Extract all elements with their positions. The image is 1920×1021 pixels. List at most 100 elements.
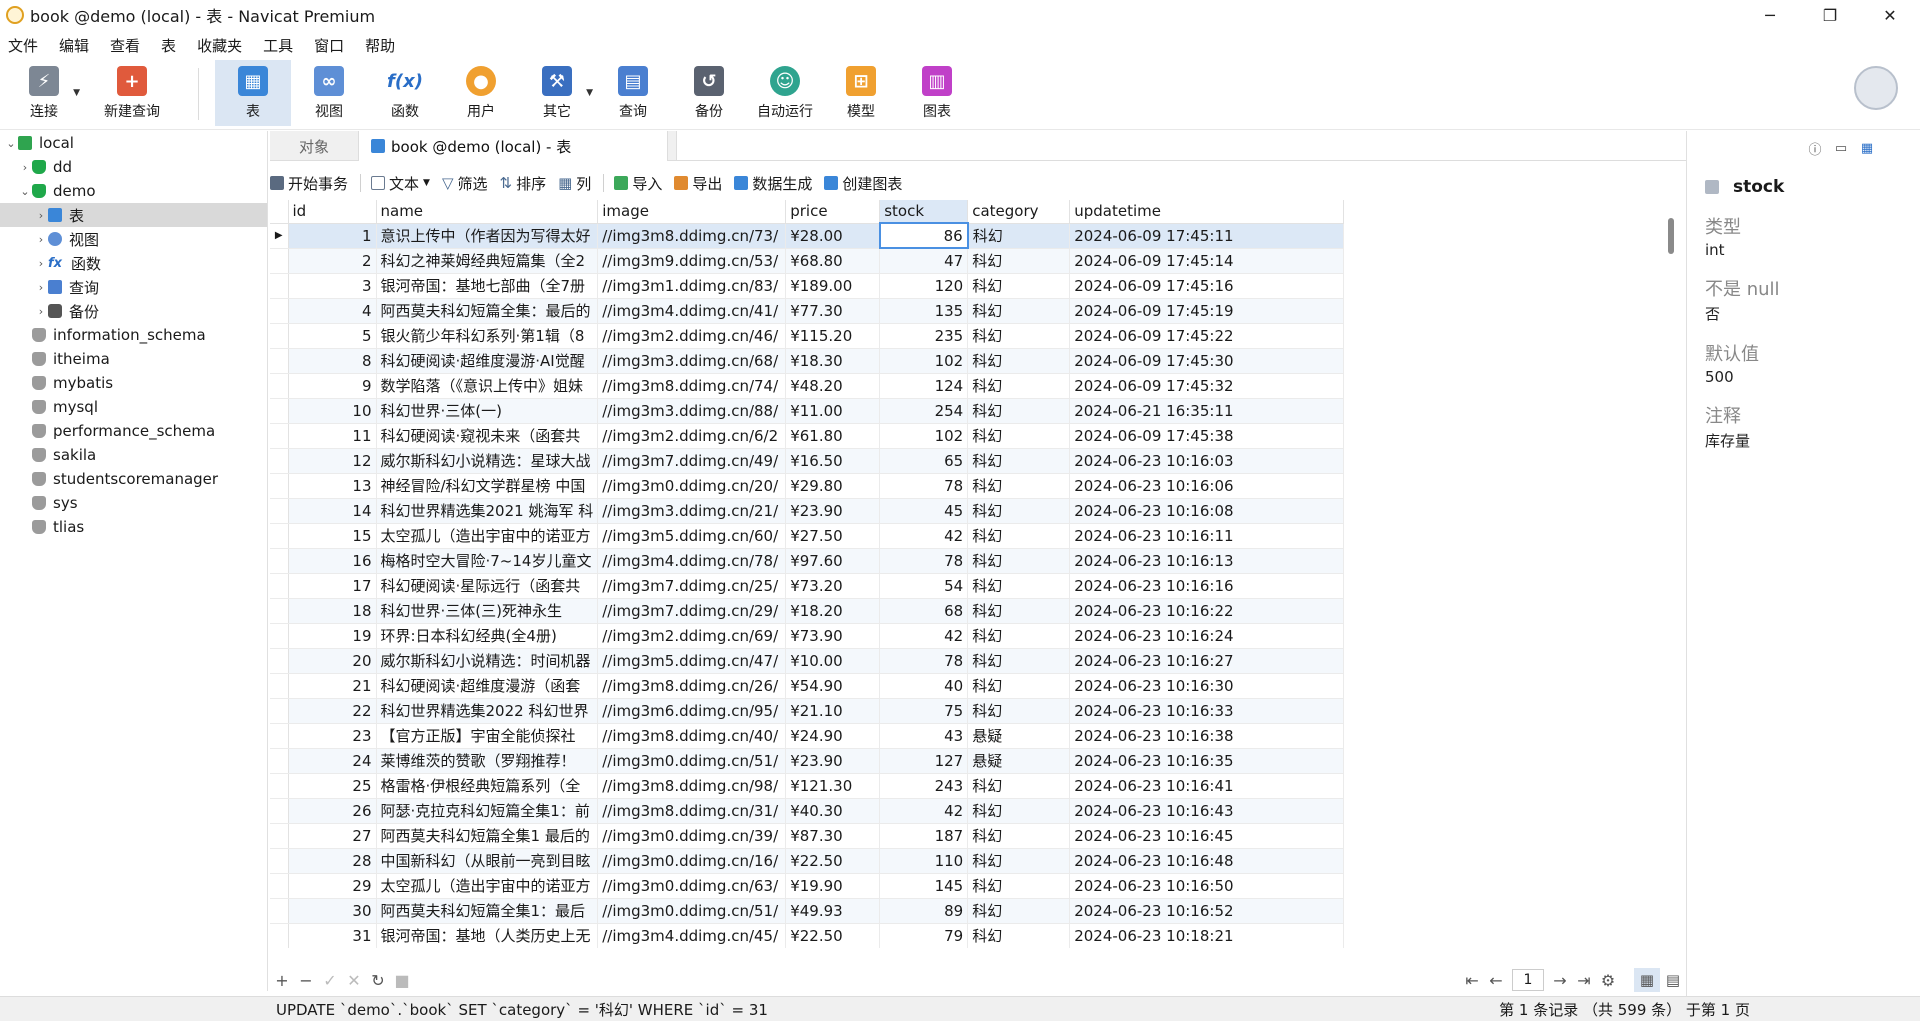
- cell-price[interactable]: ¥87.30: [785, 823, 881, 849]
- chevron-down-icon[interactable]: ▼: [73, 88, 80, 98]
- chevron-right-icon[interactable]: ›: [34, 281, 48, 294]
- close-button[interactable]: ✕: [1860, 0, 1920, 30]
- chevron-down-icon[interactable]: ▼: [586, 88, 593, 98]
- row-header[interactable]: [270, 723, 289, 749]
- row-header[interactable]: [270, 773, 289, 799]
- page-number-input[interactable]: 1: [1512, 969, 1544, 991]
- avatar[interactable]: [1854, 66, 1898, 110]
- tree-item-demo[interactable]: ⌄ demo: [0, 179, 267, 203]
- row-header[interactable]: [270, 573, 289, 599]
- cell-stock[interactable]: 89: [879, 898, 969, 924]
- cell-category[interactable]: 悬疑: [967, 723, 1071, 749]
- column-header[interactable]: category: [967, 200, 1071, 224]
- cell-updatetime[interactable]: 2024-06-09 17:45:22: [1069, 323, 1345, 349]
- table-row[interactable]: 13 神经冒险/科幻文学群星榜 中国//img3m0.ddimg.cn/20/¥2…: [270, 473, 1345, 499]
- table-row[interactable]: 4 阿西莫夫科幻短篇全集：最后的//img3m4.ddimg.cn/41/¥77.…: [270, 298, 1345, 324]
- cell-name[interactable]: 科幻硬阅读·超维度漫游·AI觉醒: [376, 348, 599, 374]
- row-header[interactable]: [270, 798, 289, 824]
- cell-name[interactable]: 中国新科幻（从眼前一亮到目眩: [376, 848, 599, 874]
- cell-image[interactable]: //img3m2.ddimg.cn/46/: [597, 323, 787, 349]
- grid-view-icon[interactable]: ▦: [1634, 968, 1660, 992]
- cell-id[interactable]: 21: [288, 673, 377, 699]
- row-header[interactable]: [270, 673, 289, 699]
- cell-name[interactable]: 梅格时空大冒险·7~14岁儿童文: [376, 548, 599, 574]
- cell-name[interactable]: 太空孤儿（造出宇宙中的诺亚方: [376, 523, 599, 549]
- cell-name[interactable]: 科幻世界精选集2021 姚海军 科: [376, 498, 599, 524]
- cell-price[interactable]: ¥97.60: [785, 548, 881, 574]
- cell-stock[interactable]: 65: [879, 448, 969, 474]
- cell-stock[interactable]: 127: [879, 748, 969, 774]
- table-row[interactable]: 11 科幻硬阅读·窥视未来（函套共//img3m2.ddimg.cn/6/2 ¥61…: [270, 423, 1345, 449]
- cell-price[interactable]: ¥28.00: [785, 223, 881, 249]
- export-button[interactable]: 导出: [674, 173, 722, 194]
- cell-image[interactable]: //img3m0.ddimg.cn/63/: [597, 873, 787, 899]
- function-button[interactable]: f(x) 函数: [367, 60, 443, 126]
- cell-stock[interactable]: 68: [879, 598, 969, 624]
- cell-price[interactable]: ¥115.20: [785, 323, 881, 349]
- cell-price[interactable]: ¥21.10: [785, 698, 881, 724]
- data-generation-button[interactable]: 数据生成: [734, 173, 812, 194]
- user-button[interactable]: ● 用户: [443, 60, 519, 126]
- cell-category[interactable]: 科幻: [967, 498, 1071, 524]
- cell-price[interactable]: ¥61.80: [785, 423, 881, 449]
- chart-button[interactable]: ▥ 图表: [899, 60, 975, 126]
- backup-button[interactable]: ↺ 备份: [671, 60, 747, 126]
- row-header[interactable]: [270, 648, 289, 674]
- cell-image[interactable]: //img3m0.ddimg.cn/39/: [597, 823, 787, 849]
- tree-item-dd[interactable]: › dd: [0, 155, 267, 179]
- row-header[interactable]: [270, 423, 289, 449]
- cell-updatetime[interactable]: 2024-06-09 17:45:19: [1069, 298, 1345, 324]
- add-record-icon[interactable]: +: [270, 971, 294, 990]
- cell-stock[interactable]: 86: [878, 222, 969, 249]
- import-button[interactable]: 导入: [614, 173, 662, 194]
- cell-updatetime[interactable]: 2024-06-23 10:16:13: [1069, 548, 1345, 574]
- table-row[interactable]: 26 阿瑟·克拉克科幻短篇全集1：前//img3m8.ddimg.cn/31/¥4…: [270, 798, 1345, 824]
- cell-stock[interactable]: 42: [879, 798, 969, 824]
- menu-table[interactable]: 表: [153, 35, 189, 56]
- menu-favorites[interactable]: 收藏夹: [189, 35, 255, 56]
- column-header[interactable]: updatetime: [1069, 200, 1345, 224]
- cell-category[interactable]: 科幻: [967, 223, 1071, 249]
- cell-updatetime[interactable]: 2024-06-23 10:16:45: [1069, 823, 1345, 849]
- table-row[interactable]: 10 科幻世界·三体(一)//img3m3.ddimg.cn/88/¥11.00 2…: [270, 398, 1345, 424]
- minimize-button[interactable]: ─: [1740, 0, 1800, 30]
- prev-page-icon[interactable]: ←: [1484, 971, 1508, 990]
- cell-updatetime[interactable]: 2024-06-23 10:16:43: [1069, 798, 1345, 824]
- column-header[interactable]: id: [288, 200, 377, 224]
- table-row[interactable]: 8 科幻硬阅读·超维度漫游·AI觉醒//img3m3.ddimg.cn/68/¥1…: [270, 348, 1345, 374]
- table-row[interactable]: 22 科幻世界精选集2022 科幻世界//img3m6.ddimg.cn/95/¥…: [270, 698, 1345, 724]
- cell-stock[interactable]: 124: [879, 373, 969, 399]
- cell-name[interactable]: 阿西莫夫科幻短篇全集1 最后的: [376, 823, 599, 849]
- cell-image[interactable]: //img3m5.ddimg.cn/47/: [597, 648, 787, 674]
- cell-name[interactable]: 莱博维茨的赞歌（罗翔推荐！: [376, 748, 599, 774]
- cell-id[interactable]: 29: [288, 873, 377, 899]
- cell-name[interactable]: 环界:日本科幻经典(全4册): [376, 623, 599, 649]
- menu-view[interactable]: 查看: [102, 35, 153, 56]
- cell-image[interactable]: //img3m9.ddimg.cn/53/: [597, 248, 787, 274]
- cell-updatetime[interactable]: 2024-06-23 10:16:35: [1069, 748, 1345, 774]
- tree-item-database[interactable]: sakila: [0, 443, 267, 467]
- cell-id[interactable]: 23: [288, 723, 377, 749]
- row-header[interactable]: [270, 273, 289, 299]
- cell-stock[interactable]: 145: [879, 873, 969, 899]
- cell-id[interactable]: 2: [288, 248, 377, 274]
- cell-price[interactable]: ¥68.80: [785, 248, 881, 274]
- cell-image[interactable]: //img3m3.ddimg.cn/21/: [597, 498, 787, 524]
- cell-updatetime[interactable]: 2024-06-23 10:16:22: [1069, 598, 1345, 624]
- tree-item-backups[interactable]: › 备份: [0, 299, 267, 323]
- cell-price[interactable]: ¥22.50: [785, 848, 881, 874]
- cell-updatetime[interactable]: 2024-06-23 10:16:48: [1069, 848, 1345, 874]
- view-button[interactable]: ∞ 视图: [291, 60, 367, 126]
- cell-price[interactable]: ¥23.90: [785, 748, 881, 774]
- cell-updatetime[interactable]: 2024-06-23 10:16:24: [1069, 623, 1345, 649]
- cell-price[interactable]: ¥10.00: [785, 648, 881, 674]
- form-view-icon[interactable]: ▤: [1660, 968, 1686, 992]
- cell-category[interactable]: 科幻: [967, 698, 1071, 724]
- cell-name[interactable]: 威尔斯科幻小说精选：时间机器: [376, 648, 599, 674]
- cell-updatetime[interactable]: 2024-06-23 10:16:11: [1069, 523, 1345, 549]
- chevron-down-icon[interactable]: ⌄: [18, 185, 32, 198]
- cell-name[interactable]: 科幻世界精选集2022 科幻世界: [376, 698, 599, 724]
- row-header[interactable]: [270, 448, 289, 474]
- table-row[interactable]: 12 威尔斯科幻小说精选：星球大战//img3m7.ddimg.cn/49/¥16…: [270, 448, 1345, 474]
- table-row[interactable]: 19 环界:日本科幻经典(全4册)//img3m2.ddimg.cn/69/¥73…: [270, 623, 1345, 649]
